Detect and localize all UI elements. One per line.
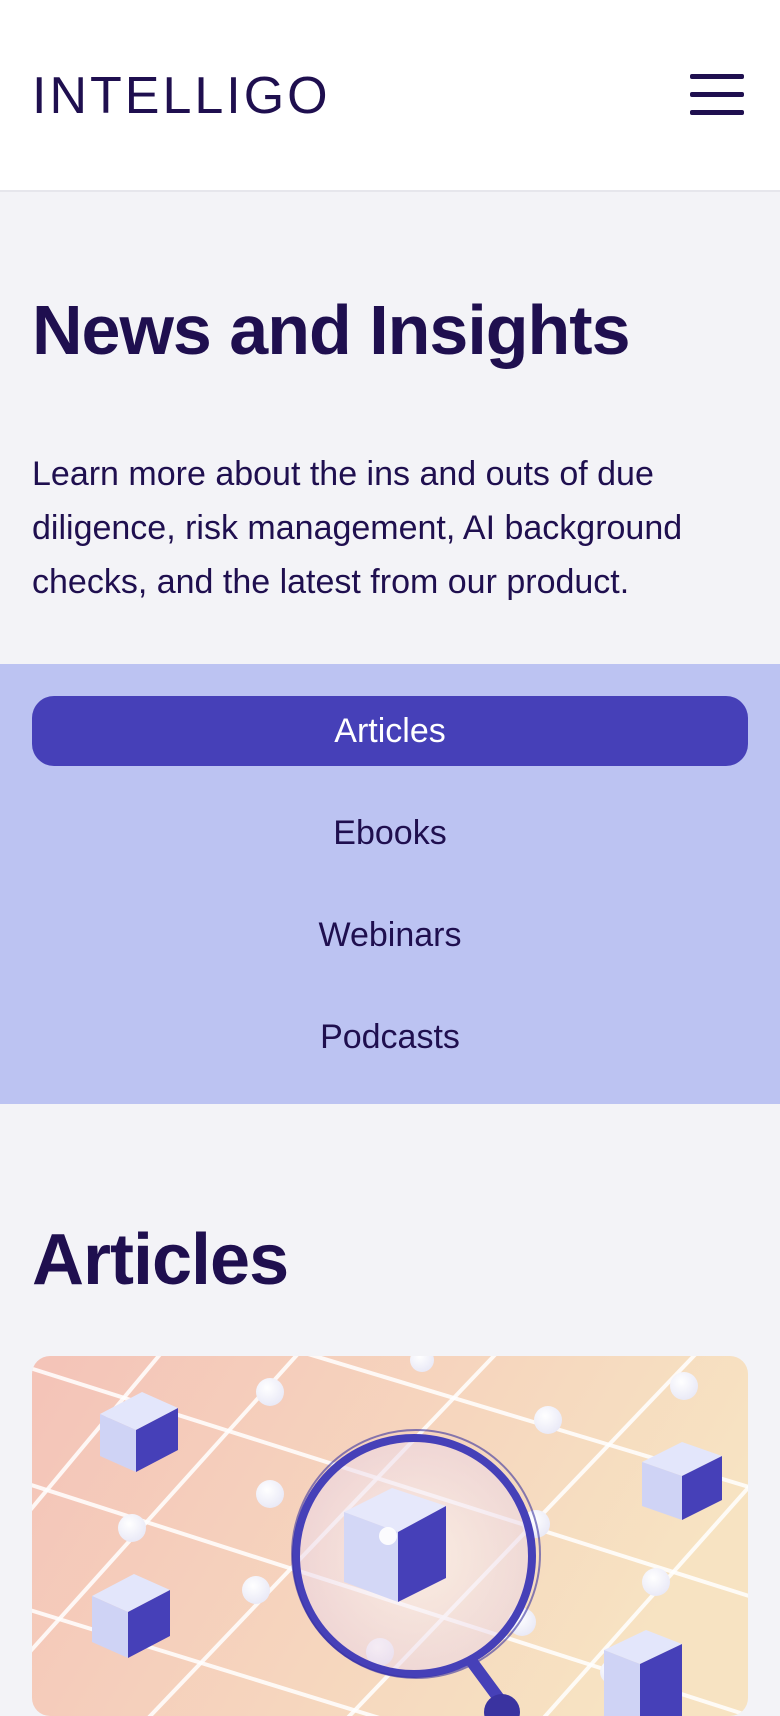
page-title: News and Insights [32,291,631,369]
intelligo-logo[interactable]: INTELLIGO [32,66,331,126]
featured-article-image[interactable] [32,1356,748,1716]
menu-bar [690,110,744,115]
page-description: Learn more about the ins and outs of due… [32,455,683,601]
menu-bar [690,74,744,79]
site-header: INTELLIGO [0,0,780,192]
tab-podcasts[interactable]: Podcasts [32,1002,748,1072]
menu-bar [690,92,744,97]
tab-ebooks[interactable]: Ebooks [32,798,748,868]
magnifier-cube-network-illustration [32,1356,748,1716]
hamburger-menu-icon[interactable] [688,72,746,118]
content-type-tabs: Articles Ebooks Webinars Podcasts [0,664,780,1104]
tab-articles[interactable]: Articles [32,696,748,766]
articles-heading: Articles [32,1220,289,1300]
tab-webinars[interactable]: Webinars [32,900,748,970]
